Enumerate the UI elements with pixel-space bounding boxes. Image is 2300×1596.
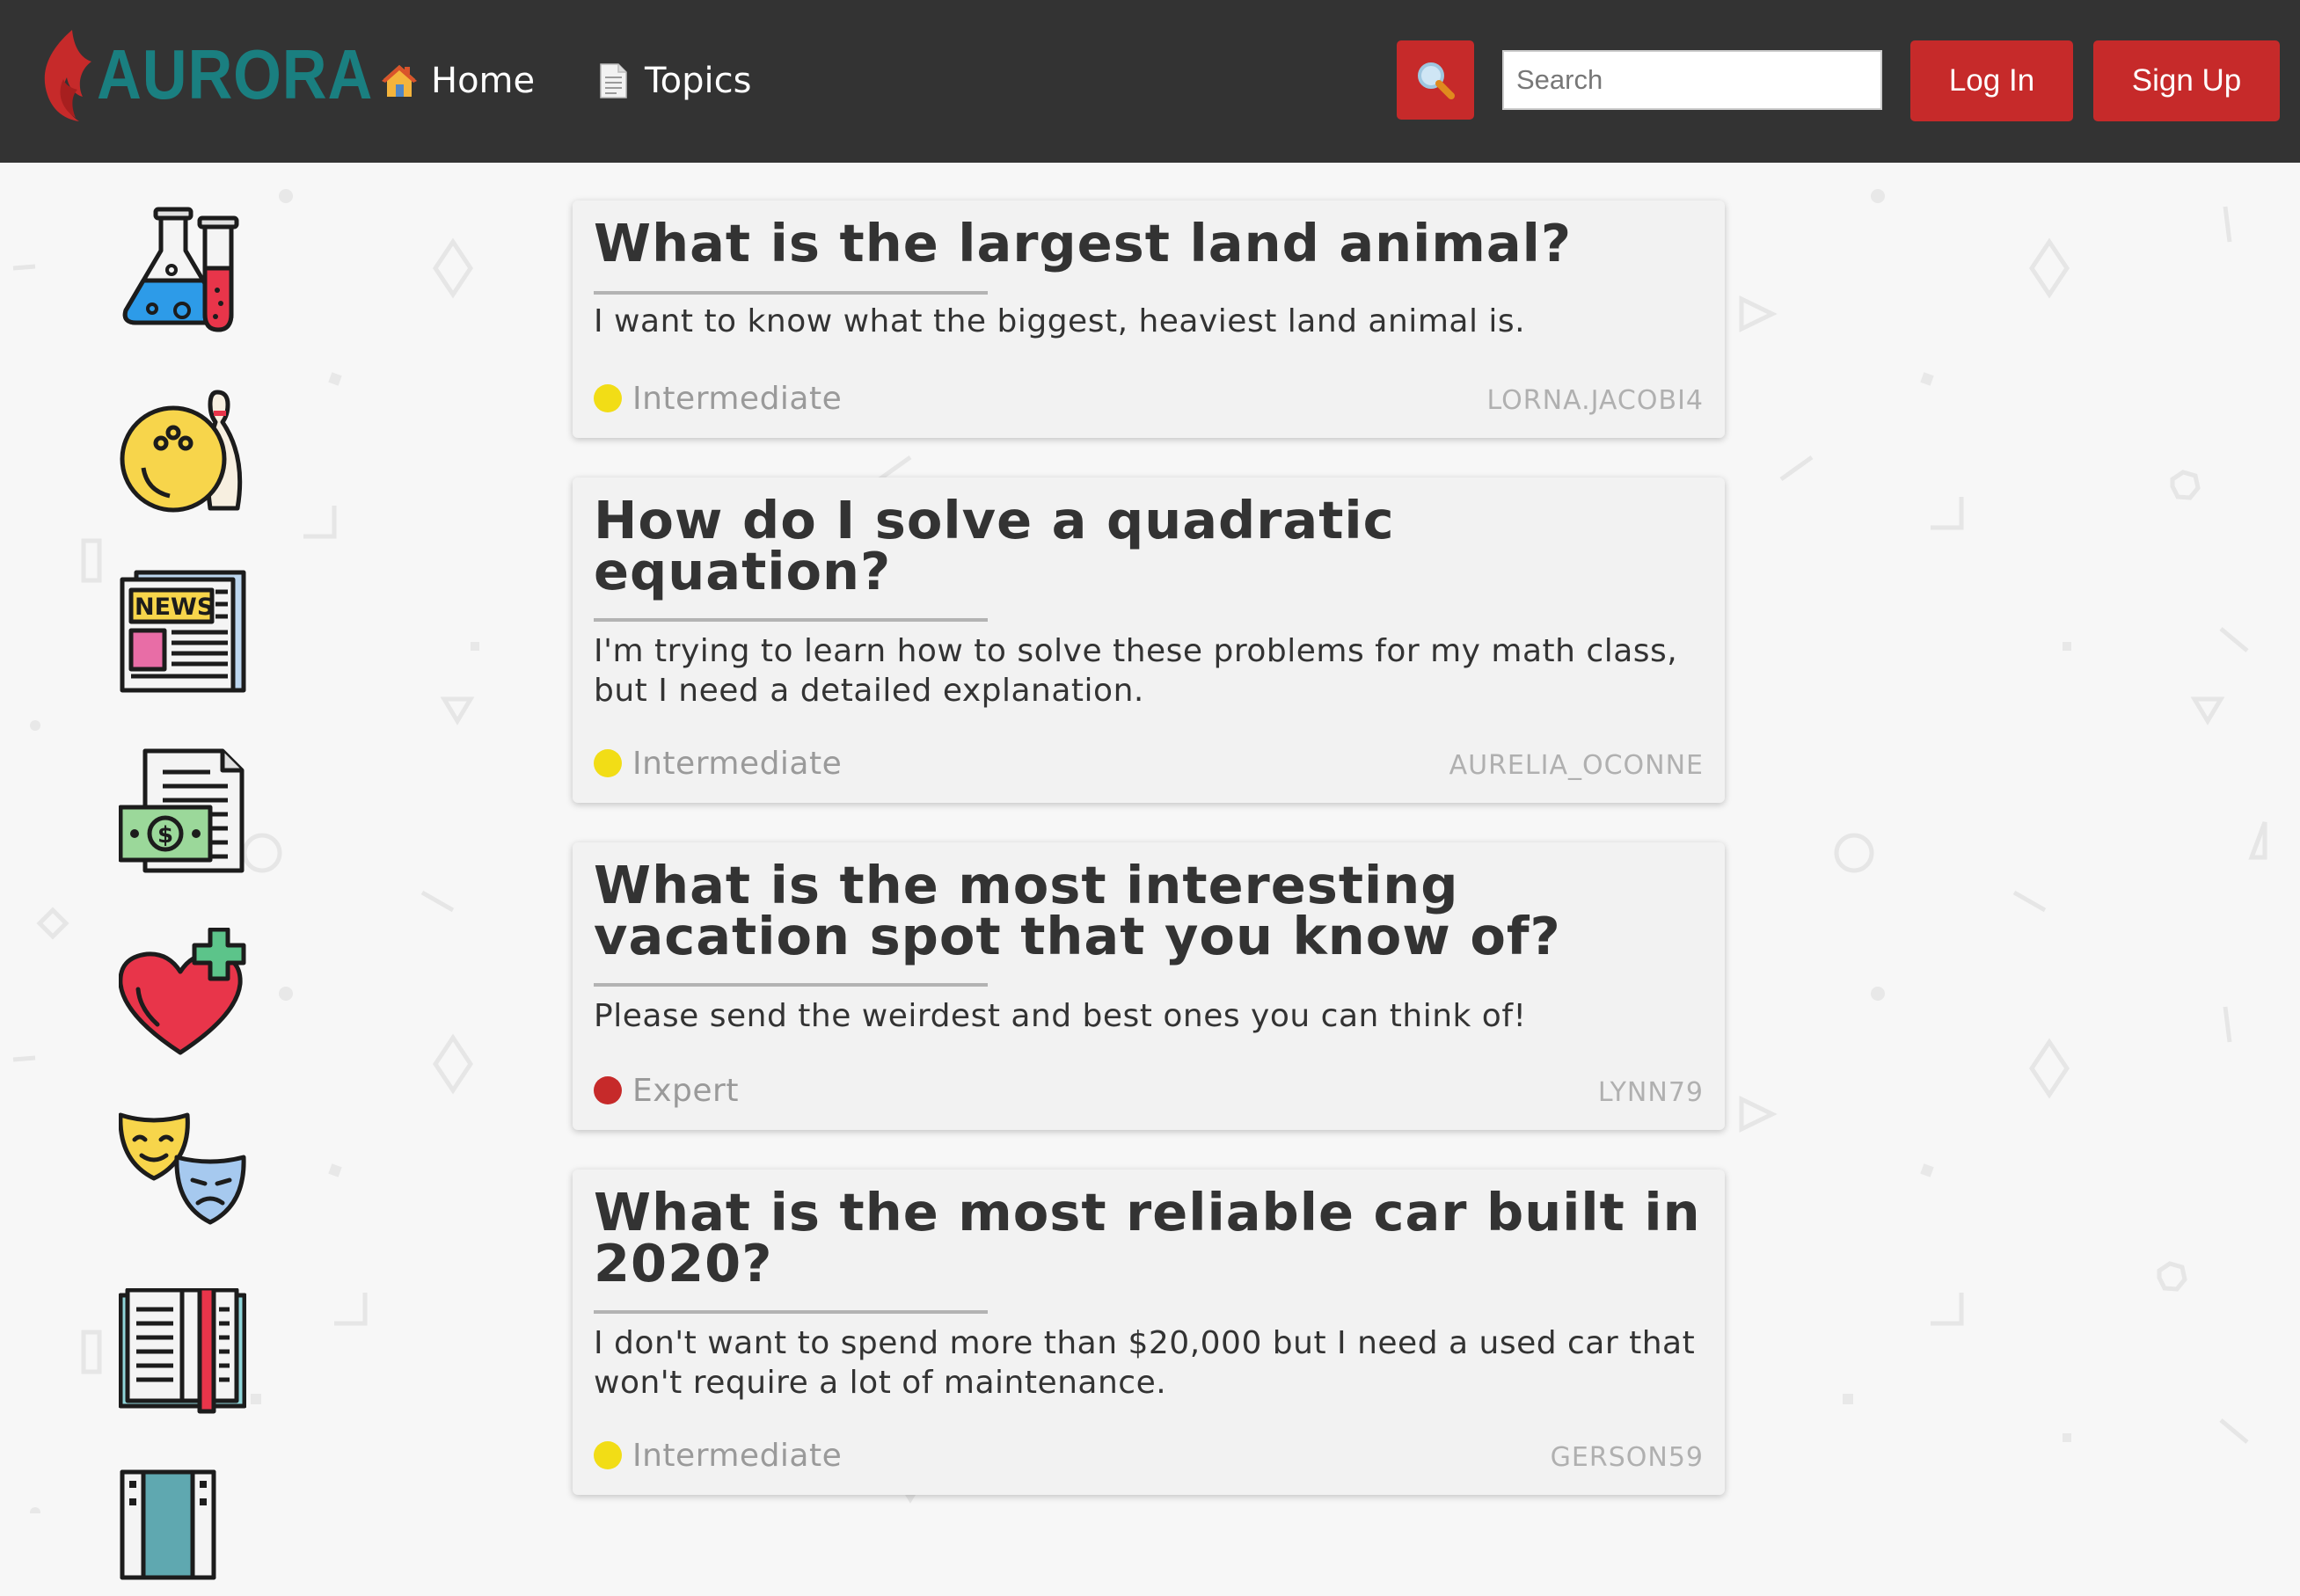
theater-masks-icon[interactable] <box>119 1108 246 1235</box>
aurora-logo[interactable]: AURORA <box>37 26 411 123</box>
difficulty-dot-icon <box>594 384 622 412</box>
difficulty-label: Intermediate <box>632 380 843 417</box>
newspaper-icon[interactable]: NEWS <box>119 567 246 695</box>
question-description: I want to know what the biggest, heavies… <box>594 303 1526 339</box>
bowling-icon[interactable] <box>119 387 246 514</box>
page-icon <box>600 63 627 98</box>
house-icon <box>382 65 417 97</box>
book-icon[interactable] <box>119 1288 246 1416</box>
question-title[interactable]: What is the most interesting vacation sp… <box>594 859 1711 962</box>
question-description: I'm trying to learn how to solve these p… <box>594 633 1678 709</box>
nav-home-label: Home <box>431 61 536 101</box>
nav-topics-label: Topics <box>645 61 752 101</box>
science-flask-icon[interactable] <box>119 207 246 334</box>
title-divider <box>594 291 988 295</box>
question-card[interactable]: How do I solve a quadratic equation? I'm… <box>573 477 1725 803</box>
search-input[interactable] <box>1502 50 1882 110</box>
difficulty-badge: Intermediate <box>594 380 843 417</box>
difficulty-label: Intermediate <box>632 1437 843 1474</box>
brand-name: AURORA <box>97 35 374 113</box>
difficulty-dot-icon <box>594 1076 622 1104</box>
film-icon[interactable] <box>119 1468 246 1596</box>
health-heart-icon[interactable] <box>119 928 246 1055</box>
question-card[interactable]: What is the largest land animal? I want … <box>573 200 1725 438</box>
difficulty-label: Expert <box>632 1072 739 1109</box>
top-navbar: AURORA Home Topics Log In Sign Up <box>0 0 2300 163</box>
question-author[interactable]: AURELIA_OCONNE <box>1449 750 1704 781</box>
title-divider <box>594 1310 988 1314</box>
difficulty-dot-icon <box>594 1441 622 1469</box>
question-title[interactable]: What is the most reliable car built in 2… <box>594 1186 1711 1289</box>
signup-button[interactable]: Sign Up <box>2093 40 2280 121</box>
difficulty-dot-icon <box>594 749 622 777</box>
question-author[interactable]: LORNA.JACOBI4 <box>1487 385 1704 416</box>
question-description: Please send the weirdest and best ones y… <box>594 998 1527 1034</box>
question-description: I don't want to spend more than $20,000 … <box>594 1325 1696 1401</box>
question-title[interactable]: What is the largest land animal? <box>594 217 1711 269</box>
difficulty-badge: Expert <box>594 1072 739 1109</box>
difficulty-badge: Intermediate <box>594 1437 843 1474</box>
money-document-icon[interactable]: $ <box>119 747 246 875</box>
difficulty-badge: Intermediate <box>594 745 843 782</box>
nav-topics-link[interactable]: Topics <box>594 51 751 111</box>
question-card[interactable]: What is the most reliable car built in 2… <box>573 1170 1725 1495</box>
question-card[interactable]: What is the most interesting vacation sp… <box>573 842 1725 1130</box>
question-title[interactable]: How do I solve a quadratic equation? <box>594 494 1711 597</box>
login-button[interactable]: Log In <box>1910 40 2073 121</box>
svg-text:$: $ <box>157 822 173 849</box>
flame-logo-icon <box>44 30 91 121</box>
title-divider <box>594 618 988 622</box>
difficulty-label: Intermediate <box>632 745 843 782</box>
question-author[interactable]: GERSON59 <box>1551 1442 1704 1473</box>
svg-text:NEWS: NEWS <box>135 594 214 621</box>
question-author[interactable]: LYNN79 <box>1598 1077 1704 1108</box>
magnifier-icon <box>1418 62 1455 99</box>
nav-home-link[interactable]: Home <box>380 51 535 111</box>
title-divider <box>594 983 988 987</box>
search-button[interactable] <box>1397 40 1474 120</box>
